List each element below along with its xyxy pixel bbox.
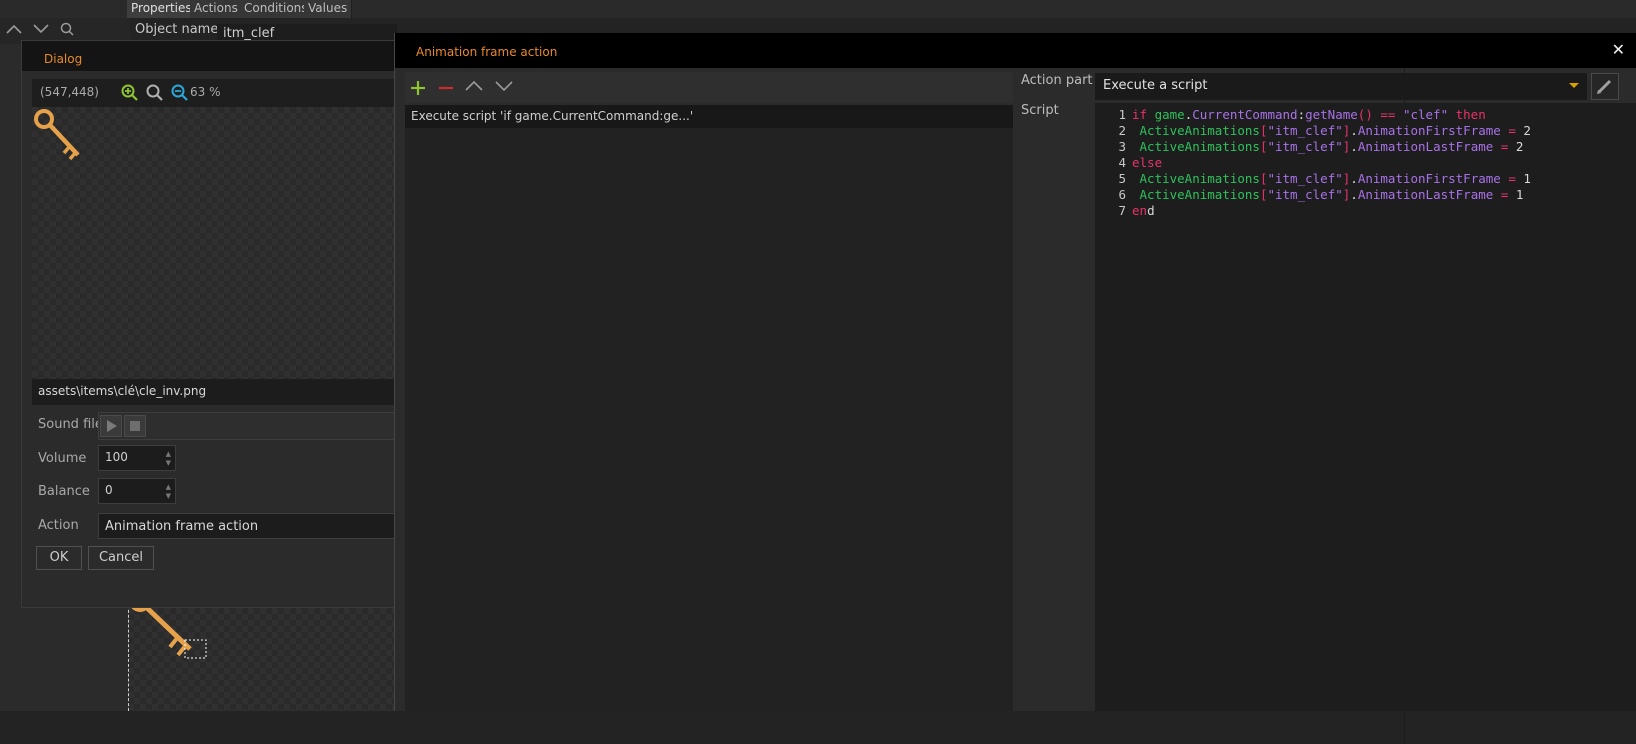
image-preview[interactable] xyxy=(32,107,400,399)
tab-properties[interactable]: Properties xyxy=(127,0,197,18)
balance-value: 0 xyxy=(105,483,113,497)
move-up-icon[interactable] xyxy=(465,80,483,92)
action-list-toolbar xyxy=(405,72,1013,103)
coordinates-readout: (547,448) xyxy=(40,85,99,99)
top-toolbar-strip: Properties Actions Conditions Values xyxy=(0,0,1636,18)
close-icon[interactable]: ✕ xyxy=(1612,40,1625,59)
play-button[interactable] xyxy=(100,415,122,437)
search-icon[interactable] xyxy=(60,22,74,36)
spin-down-icon[interactable]: ▼ xyxy=(166,459,171,467)
chevron-down-icon xyxy=(1569,83,1579,88)
code-line: 1 if game.CurrentCommand:getName() == "cl… xyxy=(1118,107,1486,122)
volume-value: 100 xyxy=(105,450,128,464)
code-line: 7 end xyxy=(1118,203,1155,218)
code-line: 2 ActiveAnimations["itm_clef"].Animation… xyxy=(1118,123,1531,138)
zoom-in-icon[interactable] xyxy=(120,83,140,103)
animation-frame-action-window: Animation frame action ✕ Execute script … xyxy=(394,33,1636,744)
action-field[interactable]: Animation frame action xyxy=(98,513,400,539)
action-part-label: Action part xyxy=(1021,73,1093,88)
remove-icon[interactable] xyxy=(437,79,455,97)
action-label: Action xyxy=(38,518,79,533)
script-editor[interactable]: 1 if game.CurrentCommand:getName() == "cl… xyxy=(1095,103,1636,711)
zoom-reset-icon[interactable] xyxy=(145,83,165,103)
zoom-out-icon[interactable] xyxy=(170,83,190,103)
list-item[interactable]: Execute script 'if game.CurrentCommand:g… xyxy=(405,105,1013,128)
code-line: 5 ActiveAnimations["itm_clef"].Animation… xyxy=(1118,171,1531,186)
window-titlebar[interactable]: Animation frame action ✕ xyxy=(395,33,1636,68)
action-list[interactable]: Execute script 'if game.CurrentCommand:g… xyxy=(405,105,1013,711)
tab-actions[interactable]: Actions xyxy=(190,0,243,18)
edit-button[interactable] xyxy=(1591,73,1619,100)
dialog-title: Dialog xyxy=(44,52,83,66)
sound-file-label: Sound file xyxy=(38,417,103,432)
dialog-titlebar[interactable]: Dialog xyxy=(22,41,400,71)
canvas-guide-line xyxy=(128,600,129,711)
volume-spinbox[interactable]: 100 ▲ ▼ xyxy=(98,445,176,471)
stop-button[interactable] xyxy=(124,415,146,437)
script-label: Script xyxy=(1021,103,1059,118)
spin-up-icon[interactable]: ▲ xyxy=(166,483,171,491)
pencil-icon xyxy=(1597,79,1612,94)
sound-file-field[interactable] xyxy=(98,412,400,440)
object-name-label: Object name xyxy=(135,22,219,37)
code-line: 6 ActiveAnimations["itm_clef"].Animation… xyxy=(1118,187,1524,202)
preview-toolbar: (547,448) 63 % xyxy=(32,79,400,107)
balance-label: Balance xyxy=(38,484,90,499)
ok-button[interactable]: OK xyxy=(36,546,82,570)
zoom-level: 63 % xyxy=(190,85,221,99)
code-line: 4 else xyxy=(1118,155,1163,170)
tab-values[interactable]: Values xyxy=(304,0,353,18)
stop-icon xyxy=(130,421,140,431)
cancel-button[interactable]: Cancel xyxy=(88,546,154,570)
volume-label: Volume xyxy=(38,451,87,466)
chevron-down-icon[interactable] xyxy=(33,24,49,34)
move-down-icon[interactable] xyxy=(495,80,513,92)
code-line: 3 ActiveAnimations["itm_clef"].Animation… xyxy=(1118,139,1524,154)
chevron-up-icon[interactable] xyxy=(6,24,22,34)
balance-spinbox[interactable]: 0 ▲ ▼ xyxy=(98,478,176,504)
spin-up-icon[interactable]: ▲ xyxy=(166,450,171,458)
play-icon xyxy=(107,420,117,432)
spin-down-icon[interactable]: ▼ xyxy=(166,492,171,500)
window-title: Animation frame action xyxy=(416,45,558,59)
key-preview-image xyxy=(34,109,80,161)
add-icon[interactable] xyxy=(409,79,427,97)
tab-conditions[interactable]: Conditions xyxy=(240,0,313,18)
action-part-select[interactable]: Execute a script xyxy=(1095,73,1587,100)
sound-dialog: Dialog (547,448) 63 % assets\items\clé\c… xyxy=(21,40,400,608)
action-part-value: Execute a script xyxy=(1103,78,1208,93)
image-path-field[interactable]: assets\items\clé\cle_inv.png xyxy=(32,379,400,405)
